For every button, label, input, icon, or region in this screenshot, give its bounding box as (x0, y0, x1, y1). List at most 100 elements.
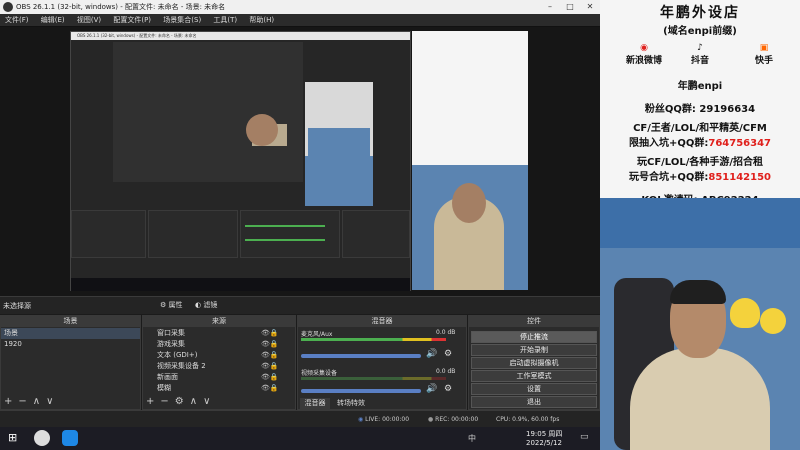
banner-subtitle: (域名enpi前缀) (663, 26, 737, 37)
preview-camera-small (308, 128, 370, 198)
source-toolbar: 未选择源 ⚙ 属性 ◐ 滤镜 (0, 296, 600, 314)
remove-source-icon[interactable]: − (160, 396, 174, 407)
gear-icon[interactable]: ⚙ (444, 384, 452, 394)
banner-handle: 年鹏enpi (677, 81, 723, 92)
channel-name: 麦克风/Aux (301, 331, 333, 338)
gear-icon[interactable]: ⚙ (444, 349, 452, 359)
filters-button[interactable]: ◐ 滤镜 (195, 300, 217, 310)
person-body (630, 348, 770, 450)
speaker-icon[interactable]: 🔊 (426, 384, 437, 394)
webcam-feed (600, 198, 800, 450)
preview-camera (412, 165, 528, 290)
add-scene-icon[interactable]: + (4, 396, 18, 407)
sources-header: 来源 (143, 316, 295, 327)
notification-icon[interactable]: ▭ (580, 432, 589, 442)
games-line-2: 玩CF/LOL/各种手游/招合租 (636, 157, 763, 168)
tab-mixer[interactable]: 混音器 (300, 398, 330, 409)
stream-banner: 年鹏外设店 (域名enpi前缀) ◉ 新浪微博 ♪ 抖音 ▣ 快手 年鹏enpi 粉丝… (600, 0, 800, 206)
nested-inner-preview (113, 42, 303, 182)
mixer-header: 混音器 (298, 316, 466, 327)
visibility-icons[interactable]: 👁🔒 👁🔒 👁🔒 👁🔒 👁🔒 👁🔒 (261, 328, 279, 394)
person-hair (670, 280, 726, 304)
clock-time: 19:05 周四 (526, 430, 563, 438)
douyin-link: ♪ 抖音 (690, 43, 709, 66)
window-title: OBS 26.1.1 (32-bit, windows) - 配置文件: 未命名… (16, 3, 226, 11)
stop-streaming-button[interactable]: 停止推流 (471, 331, 597, 343)
group2-line: 玩号合坑+QQ群:851142150 (628, 172, 771, 183)
group1-line: 限抽入坑+QQ群:764756347 (628, 138, 771, 149)
scenes-panel: 场景 场景 1920 +−∧∨ (0, 315, 141, 410)
obs-logo-icon (3, 2, 13, 12)
volume-meter (301, 377, 446, 380)
browser-taskbar-icon[interactable] (62, 430, 78, 446)
weibo-icon: ◉ (640, 43, 648, 53)
studio-mode-button[interactable]: 工作室模式 (471, 370, 597, 382)
channel-level: 0.0 dB (436, 368, 456, 375)
scene-item[interactable]: 场景 (1, 328, 140, 339)
live-status: ◉ LIVE: 00:00:00 (358, 416, 410, 423)
virtual-camera-button[interactable]: 启动虚拟摄像机 (471, 357, 597, 369)
menu-scene-collection[interactable]: 场景集合(S) (158, 14, 206, 27)
windows-start-icon[interactable]: ⊞ (8, 431, 17, 444)
nested-title: OBS 26.1.1 (32-bit, windows) - 配置文件: 未命名… (71, 32, 410, 40)
ime-indicator[interactable]: 中 (468, 433, 476, 444)
menu-edit[interactable]: 编辑(E) (36, 14, 70, 27)
channel-name: 视频采集设备 (301, 370, 338, 377)
clock-date: 2022/5/12 (526, 439, 562, 447)
move-down-icon[interactable]: ∨ (46, 396, 59, 407)
windows-taskbar: ⊞ 中 19:05 周四 2022/5/12 ▭ (0, 427, 600, 450)
kuaishou-link: ▣ 快手 (754, 43, 773, 66)
minimize-button[interactable]: – (540, 0, 560, 14)
douyin-icon: ♪ (697, 43, 703, 53)
start-recording-button[interactable]: 开始录制 (471, 344, 597, 356)
sources-panel: 来源 窗口采集 游戏采集 文本 (GDI+) 视频采集设备 2 新画面 模糊 👁… (142, 315, 296, 410)
source-settings-icon[interactable]: ⚙ (175, 396, 190, 407)
settings-button[interactable]: 设置 (471, 383, 597, 395)
status-bar: ◉ LIVE: 00:00:00 ● REC: 00:00:00 CPU: 0.… (0, 410, 600, 427)
controls-header: 控件 (469, 316, 599, 327)
menu-profile[interactable]: 配置文件(P) (108, 14, 156, 27)
preview-banner (412, 31, 528, 165)
obs-taskbar-icon[interactable] (34, 430, 50, 446)
no-source-label: 未选择源 (3, 302, 31, 310)
tab-transitions[interactable]: 转场特效 (332, 398, 370, 409)
nested-scenes-dock (71, 210, 146, 258)
volume-slider[interactable] (301, 389, 421, 393)
maximize-button[interactable]: □ (560, 0, 580, 14)
scene-toolbar: +−∧∨ (4, 396, 59, 407)
menu-help[interactable]: 帮助(H) (244, 14, 279, 27)
nested-mixer-dock (240, 210, 340, 258)
move-up-icon[interactable]: ∧ (33, 396, 46, 407)
mixer-panel: 混音器 麦克风/Aux 0.0 dB 🔊 ⚙ 视频采集设备 0.0 dB 🔊 ⚙… (297, 315, 467, 410)
scenes-header: 场景 (1, 316, 140, 327)
source-toolbar-buttons: +−⚙∧∨ (146, 396, 216, 407)
move-up-icon[interactable]: ∧ (190, 396, 203, 407)
menu-tools[interactable]: 工具(T) (208, 14, 242, 27)
menu-bar: 文件(F) 编辑(E) 视图(V) 配置文件(P) 场景集合(S) 工具(T) … (0, 14, 600, 27)
menu-file[interactable]: 文件(F) (0, 14, 34, 27)
volume-slider[interactable] (301, 354, 421, 358)
close-button[interactable]: ✕ (580, 0, 600, 14)
nested-sources-dock (148, 210, 238, 258)
speaker-icon[interactable]: 🔊 (426, 349, 437, 359)
games-line: CF/王者/LOL/和平精英/CFM (633, 123, 767, 134)
preview-person-small (246, 114, 278, 146)
kuaishou-icon: ▣ (759, 43, 769, 53)
pikachu-plush (730, 298, 760, 328)
menu-view[interactable]: 视图(V) (72, 14, 106, 27)
scene-item[interactable]: 1920 (1, 339, 140, 350)
exit-button[interactable]: 退出 (471, 396, 597, 408)
cpu-status: CPU: 0.9%, 60.00 fps (496, 416, 560, 423)
volume-meter (301, 338, 446, 341)
window-titlebar: OBS 26.1.1 (32-bit, windows) - 配置文件: 未命名… (0, 0, 600, 14)
remove-scene-icon[interactable]: − (18, 396, 32, 407)
properties-button[interactable]: ⚙ 属性 (160, 300, 183, 310)
channel-level: 0.0 dB (436, 329, 456, 336)
add-source-icon[interactable]: + (146, 396, 160, 407)
controls-panel: 控件 停止推流 开始录制 启动虚拟摄像机 工作室模式 设置 退出 (468, 315, 600, 410)
pikachu-plush (760, 308, 786, 334)
weibo-link: ◉ 新浪微博 (625, 43, 662, 66)
move-down-icon[interactable]: ∨ (203, 396, 216, 407)
nested-taskbar (71, 278, 410, 291)
rec-status: ● REC: 00:00:00 (428, 416, 479, 423)
